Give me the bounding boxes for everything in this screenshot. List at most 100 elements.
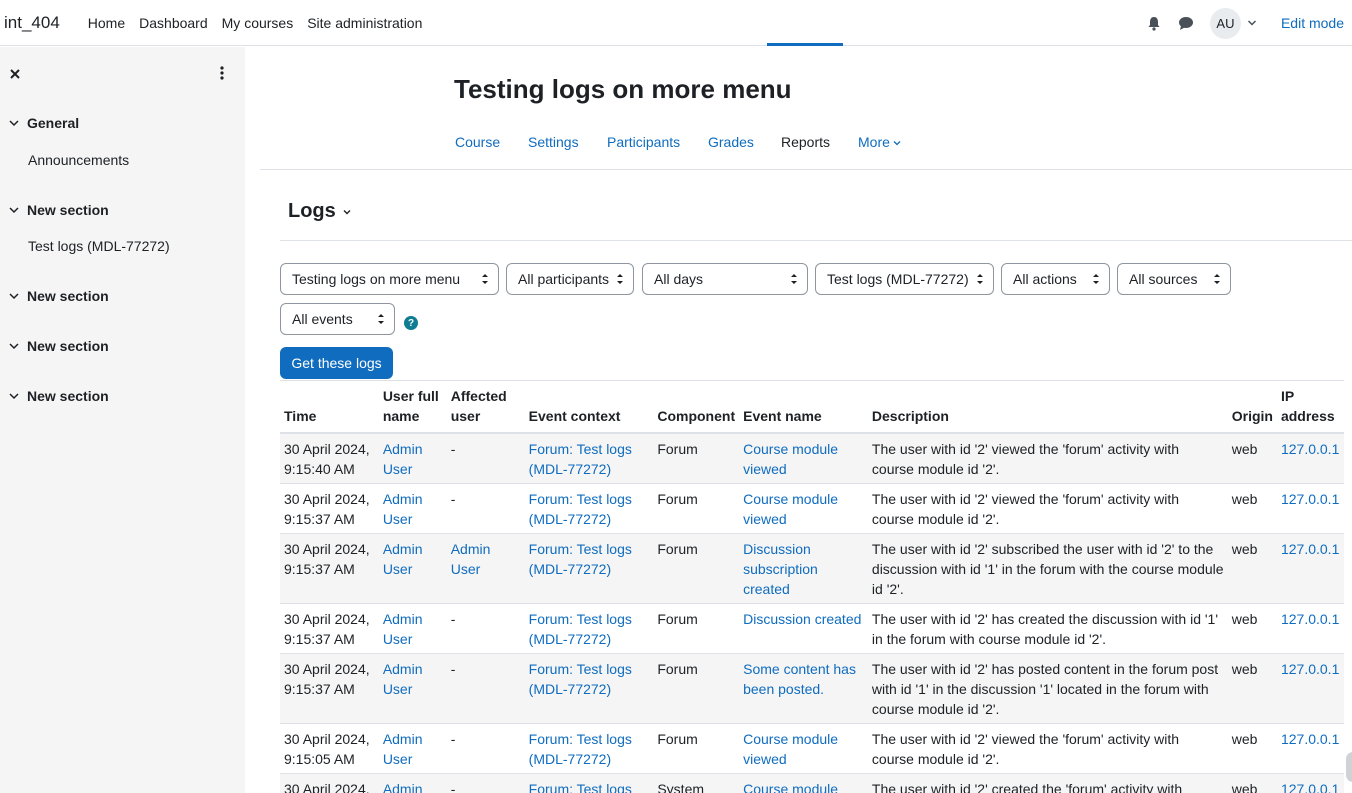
cell-ip-link[interactable]: 127.0.0.1 — [1276, 483, 1344, 534]
logs-table: Time User full name Affected user Event … — [280, 380, 1344, 793]
cell-event-context-link[interactable]: Forum: Test logs (MDL-77272) — [524, 773, 654, 793]
tab-grades[interactable]: Grades — [708, 134, 754, 150]
cell-event-context-link[interactable]: Forum: Test logs (MDL-77272) — [524, 483, 654, 534]
get-these-logs-button[interactable]: Get these logs — [280, 347, 393, 379]
course-section-new-2[interactable]: New section — [8, 288, 109, 304]
section-item-announcements[interactable]: Announcements — [28, 152, 129, 168]
cell-event-name-link[interactable]: Discussion created — [739, 603, 868, 654]
nav-home[interactable]: Home — [88, 15, 125, 31]
tab-course[interactable]: Course — [455, 134, 500, 150]
column-header-user-full-name[interactable]: User full name — [378, 380, 447, 434]
cell-origin: web — [1227, 723, 1277, 774]
course-section-new-3[interactable]: New section — [8, 338, 109, 354]
cell-event-context-link[interactable]: Forum: Test logs (MDL-77272) — [524, 433, 654, 484]
cell-event-context-link[interactable]: Forum: Test logs (MDL-77272) — [524, 723, 654, 774]
logs-report-selector[interactable]: Logs — [288, 200, 352, 223]
table-row: 30 April 2024, 9:15:05 AM Admin User - F… — [280, 773, 1344, 793]
select-arrows-icon — [616, 272, 624, 286]
avatar[interactable]: AU — [1209, 7, 1241, 39]
tab-settings[interactable]: Settings — [528, 134, 579, 150]
column-header-time[interactable]: Time — [280, 380, 379, 434]
column-header-ip-address[interactable]: IP address — [1276, 380, 1344, 434]
column-header-origin[interactable]: Origin — [1227, 380, 1277, 434]
chevron-down-icon[interactable] — [8, 290, 20, 302]
cell-time: 30 April 2024, 9:15:05 AM — [280, 723, 379, 774]
cell-description: The user with id '2' has posted content … — [867, 653, 1228, 724]
cell-user-link[interactable]: Admin User — [378, 483, 447, 534]
cell-event-context-link[interactable]: Forum: Test logs (MDL-77272) — [524, 603, 654, 654]
cell-user-link[interactable]: Admin User — [378, 653, 447, 724]
active-tab-indicator — [767, 43, 843, 46]
tab-reports[interactable]: Reports — [781, 134, 830, 150]
cell-user-link[interactable]: Admin User — [378, 723, 447, 774]
cell-event-name-link[interactable]: Some content has been posted. — [739, 653, 868, 724]
cell-component: Forum — [653, 603, 740, 654]
cell-component: Forum — [653, 433, 740, 484]
site-brand[interactable]: int_404 — [4, 13, 60, 33]
nav-site-administration[interactable]: Site administration — [307, 15, 422, 31]
chevron-down-icon[interactable] — [8, 204, 20, 216]
chevron-down-icon[interactable] — [342, 207, 352, 217]
cell-ip-link[interactable]: 127.0.0.1 — [1276, 533, 1344, 604]
activity-select[interactable]: Test logs (MDL-77272) — [815, 263, 994, 295]
help-icon[interactable]: ? — [404, 316, 418, 330]
cell-event-name-link[interactable]: Discussion subscription created — [739, 533, 868, 604]
cell-description: The user with id '2' has created the dis… — [867, 603, 1228, 654]
chevron-down-icon[interactable] — [8, 390, 20, 402]
cell-ip-link[interactable]: 127.0.0.1 — [1276, 723, 1344, 774]
chevron-down-icon[interactable] — [8, 117, 20, 129]
cell-user-link[interactable]: Admin User — [378, 533, 447, 604]
table-row: 30 April 2024, 9:15:37 AM Admin User - F… — [280, 653, 1344, 724]
chevron-down-icon[interactable] — [8, 340, 20, 352]
cell-user-link[interactable]: Admin User — [378, 773, 447, 793]
column-header-event-context[interactable]: Event context — [524, 380, 654, 434]
cell-component: Forum — [653, 533, 740, 604]
select-arrows-icon — [1213, 272, 1221, 286]
column-header-affected-user[interactable]: Affected user — [446, 380, 525, 434]
nav-my-courses[interactable]: My courses — [222, 15, 294, 31]
cell-event-name-link[interactable]: Course module viewed — [739, 433, 868, 484]
cell-event-name-link[interactable]: Course module viewed — [739, 723, 868, 774]
course-section-new-1[interactable]: New section — [8, 202, 109, 218]
cell-description: The user with id '2' viewed the 'forum' … — [867, 483, 1228, 534]
column-header-event-name[interactable]: Event name — [739, 380, 868, 434]
chat-icon[interactable] — [1178, 15, 1194, 31]
close-icon[interactable] — [9, 67, 21, 79]
bell-icon[interactable] — [1146, 15, 1162, 31]
course-section-general[interactable]: General — [8, 115, 79, 131]
edit-mode-toggle[interactable]: Edit mode — [1281, 15, 1344, 31]
cell-time: 30 April 2024, 9:15:37 AM — [280, 653, 379, 724]
tab-more[interactable]: More — [858, 134, 901, 150]
scrollbar-thumb[interactable] — [1346, 752, 1352, 782]
chevron-down-icon[interactable] — [1247, 18, 1257, 28]
cell-affected-user: - — [446, 433, 525, 484]
cell-user-link[interactable]: Admin User — [378, 433, 447, 484]
cell-user-link[interactable]: Admin User — [378, 603, 447, 654]
cell-ip-link[interactable]: 127.0.0.1 — [1276, 653, 1344, 724]
cell-affected-user: - — [446, 723, 525, 774]
sources-select[interactable]: All sources — [1117, 263, 1231, 295]
cell-event-name-link[interactable]: Course module viewed — [739, 483, 868, 534]
cell-time: 30 April 2024, 9:15:37 AM — [280, 603, 379, 654]
cell-ip-link[interactable]: 127.0.0.1 — [1276, 773, 1344, 793]
section-title: General — [27, 115, 80, 131]
tab-participants[interactable]: Participants — [607, 134, 680, 150]
cell-event-name-link[interactable]: Course module created — [739, 773, 868, 793]
nav-dashboard[interactable]: Dashboard — [139, 15, 208, 31]
cell-event-context-link[interactable]: Forum: Test logs (MDL-77272) — [524, 533, 654, 604]
cell-ip-link[interactable]: 127.0.0.1 — [1276, 433, 1344, 484]
course-select[interactable]: Testing logs on more menu — [280, 263, 499, 295]
cell-ip-link[interactable]: 127.0.0.1 — [1276, 603, 1344, 654]
kebab-menu-icon[interactable] — [218, 65, 226, 81]
cell-event-context-link[interactable]: Forum: Test logs (MDL-77272) — [524, 653, 654, 724]
course-section-new-4[interactable]: New section — [8, 388, 109, 404]
days-select[interactable]: All days — [642, 263, 808, 295]
section-item-test-logs[interactable]: Test logs (MDL-77272) — [28, 238, 170, 254]
participants-select[interactable]: All participants — [506, 263, 634, 295]
primary-nav: Home Dashboard My courses Site administr… — [88, 15, 437, 31]
cell-affected-user-link[interactable]: Admin User — [446, 533, 525, 604]
events-select[interactable]: All events — [280, 303, 395, 335]
column-header-description[interactable]: Description — [867, 380, 1228, 434]
actions-select[interactable]: All actions — [1001, 263, 1110, 295]
column-header-component[interactable]: Component — [653, 380, 740, 434]
